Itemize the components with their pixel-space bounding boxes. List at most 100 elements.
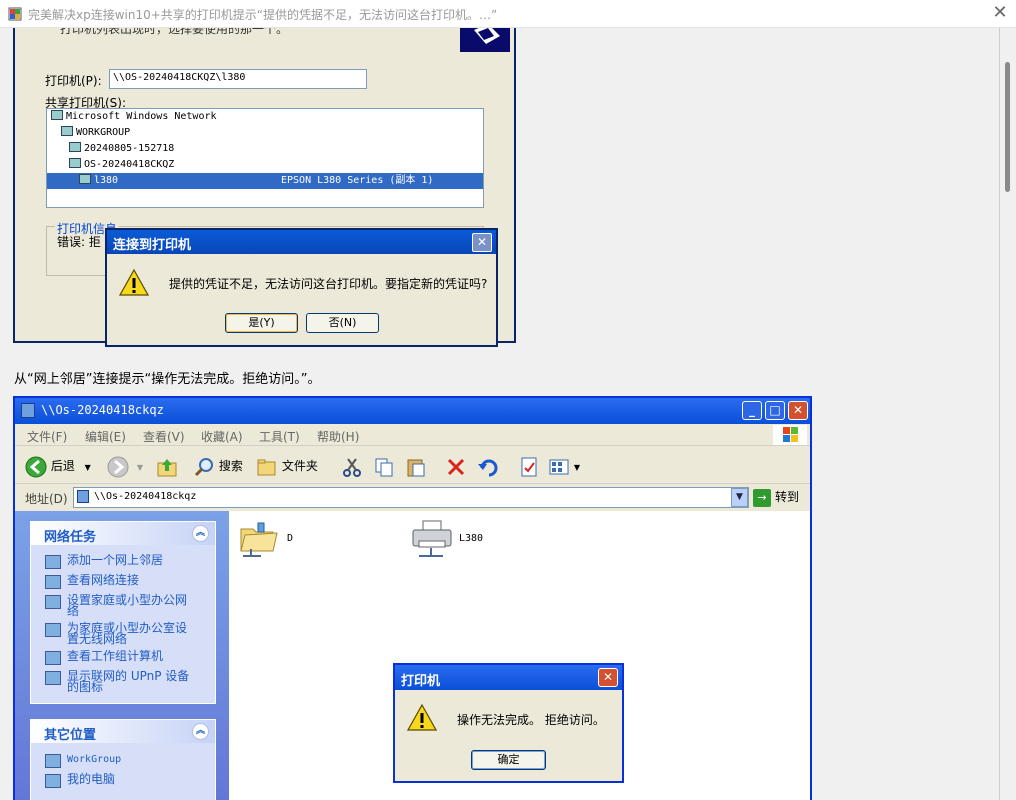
tree-row[interactable]: 20240805-152718 xyxy=(69,141,469,157)
folders-button[interactable]: 文件夹 xyxy=(256,454,318,478)
copy-icon xyxy=(375,458,393,476)
explorer-title: \\Os-20240418ckqz xyxy=(41,403,164,417)
properties-button[interactable] xyxy=(518,454,540,478)
dialog-titlebar: 连接到打印机 ✕ xyxy=(107,230,496,254)
network-tasks-title: 网络任务 xyxy=(44,530,97,545)
window-title: 完美解决xp连接win10+共享的打印机提示“提供的凭据不足，无法访问这台打印机… xyxy=(28,8,498,22)
search-button[interactable]: 搜索 xyxy=(193,454,243,478)
dialog-titlebar: 打印机 ✕ xyxy=(395,665,622,690)
shared-folder-icon xyxy=(240,522,278,557)
address-dropdown-button[interactable]: ▼ xyxy=(731,488,748,507)
delete-icon xyxy=(447,458,465,475)
network-tasks-header[interactable]: 网络任务 ︽ xyxy=(31,522,215,545)
window-titlebar: 完美解决xp连接win10+共享的打印机提示“提供的凭据不足，无法访问这台打印机… xyxy=(0,0,1016,28)
collapse-chevron-icon[interactable]: ︽ xyxy=(192,525,209,542)
views-icon xyxy=(549,459,569,474)
back-arrow-icon xyxy=(25,456,47,477)
task-pane: 网络任务 ︽ 添加一个网上邻居 查看网络连接 设置家庭或小型办公网络 为家庭或小… xyxy=(15,511,229,800)
menu-edit[interactable]: 编辑(E) xyxy=(85,428,126,445)
dialog-title: 打印机 xyxy=(401,674,441,689)
workgroup-icon xyxy=(45,754,61,768)
tree-row[interactable]: Microsoft Windows Network xyxy=(51,109,471,125)
tree-row[interactable]: WORKGROUP xyxy=(61,125,471,141)
menu-bar: 文件(F) 编辑(E) 查看(V) 收藏(A) 工具(T) 帮助(H) xyxy=(15,424,810,446)
menu-favorites[interactable]: 收藏(A) xyxy=(201,428,243,445)
wizard-instruction: 打印机列表出现时，选择要使用的那一个。 xyxy=(60,28,289,36)
network-icon xyxy=(51,110,63,120)
shared-printer-tree[interactable]: Microsoft Windows Network WORKGROUP 2024… xyxy=(46,108,484,208)
workgroup-icon xyxy=(61,126,73,136)
content-area: 打印机列表出现时，选择要使用的那一个。 打印机(P): \\OS-2024041… xyxy=(0,28,1000,800)
printer-label: 打印机(P): xyxy=(45,74,102,88)
copy-button[interactable] xyxy=(373,454,395,478)
menu-help[interactable]: 帮助(H) xyxy=(317,428,359,445)
home-network-icon xyxy=(45,595,61,609)
back-button[interactable]: 后退 ▼ xyxy=(25,454,91,478)
tree-row-label: OS-20240418CKQZ xyxy=(84,159,175,170)
search-label: 搜索 xyxy=(218,459,243,473)
wireless-icon xyxy=(45,623,61,637)
tree-row-selected[interactable]: l380 EPSON L380 Series (副本 1) xyxy=(47,173,483,189)
maximize-button[interactable]: □ xyxy=(765,401,785,420)
forward-arrow-icon xyxy=(107,456,129,477)
printer-icon xyxy=(412,520,452,557)
tree-row-label: 20240805-152718 xyxy=(84,143,175,154)
window-close-button[interactable]: ✕ xyxy=(988,3,1012,25)
item-label: D xyxy=(287,533,294,544)
menu-view[interactable]: 查看(V) xyxy=(143,428,185,445)
folders-label: 文件夹 xyxy=(281,459,318,473)
ok-button[interactable]: 确定 xyxy=(471,750,546,770)
printer-access-denied-dialog: 打印机 ✕ 操作无法完成。 拒绝访问。 确定 xyxy=(393,663,624,783)
tree-row[interactable]: OS-20240418CKQZ xyxy=(69,157,469,173)
back-dropdown-icon[interactable]: ▼ xyxy=(85,463,91,472)
other-places-panel: 其它位置 ︽ WorkGroup 我的电脑 xyxy=(30,719,216,800)
undo-icon xyxy=(478,459,498,476)
back-label: 后退 xyxy=(50,459,75,473)
address-value: \\Os-20240418ckqz xyxy=(94,491,197,502)
network-connections-icon xyxy=(45,575,61,589)
explorer-titlebar: \\Os-20240418ckqz _ □ ✕ xyxy=(15,398,810,424)
yes-button[interactable]: 是(Y) xyxy=(225,313,298,333)
up-button[interactable] xyxy=(156,454,178,478)
computer-icon xyxy=(69,158,81,168)
address-input[interactable]: \\Os-20240418ckqz xyxy=(73,487,749,508)
app-icon xyxy=(8,7,22,21)
paste-button[interactable] xyxy=(405,454,427,478)
printer-icon xyxy=(79,174,91,184)
printer-info-error: 错误: 拒 xyxy=(57,235,101,249)
views-dropdown-icon[interactable]: ▼ xyxy=(574,463,580,472)
dialog-message: 操作无法完成。 拒绝访问。 xyxy=(457,713,605,727)
menu-tools[interactable]: 工具(T) xyxy=(259,428,300,445)
article-caption: 从“网上邻居”连接提示“操作无法完成。拒绝访问。”。 xyxy=(14,372,321,387)
go-label: 转到 xyxy=(775,490,800,504)
collapse-chevron-icon[interactable]: ︽ xyxy=(192,723,209,740)
go-button[interactable]: → 转到 xyxy=(753,488,799,507)
computer-icon xyxy=(77,490,89,503)
properties-icon xyxy=(521,457,537,476)
delete-button[interactable] xyxy=(445,454,467,478)
undo-button[interactable] xyxy=(477,454,499,478)
menu-file[interactable]: 文件(F) xyxy=(27,428,67,445)
minimize-button[interactable]: _ xyxy=(742,401,762,420)
dialog-title: 连接到打印机 xyxy=(113,238,192,253)
forward-dropdown-icon[interactable]: ▼ xyxy=(137,463,143,472)
folders-icon xyxy=(257,459,276,475)
dialog-close-button[interactable]: ✕ xyxy=(472,233,492,252)
dialog-close-button[interactable]: ✕ xyxy=(598,668,618,687)
scrollbar-thumb[interactable] xyxy=(1005,62,1010,192)
warning-icon xyxy=(407,703,437,731)
toolbar: 后退 ▼ ▼ 搜索 文件夹 ▼ xyxy=(15,446,810,484)
other-places-header[interactable]: 其它位置 ︽ xyxy=(31,720,215,743)
views-button[interactable]: ▼ xyxy=(548,454,580,478)
no-button[interactable]: 否(N) xyxy=(306,313,379,333)
tree-row-label: Microsoft Windows Network xyxy=(66,111,217,122)
connect-printer-dialog: 连接到打印机 ✕ 提供的凭证不足，无法访问这台打印机。要指定新的凭证吗? 是(Y… xyxy=(105,228,498,347)
tree-row-detail: EPSON L380 Series (副本 1) xyxy=(281,175,434,186)
network-tasks-panel: 网络任务 ︽ 添加一个网上邻居 查看网络连接 设置家庭或小型办公网络 为家庭或小… xyxy=(30,521,216,704)
explorer-close-button[interactable]: ✕ xyxy=(788,401,808,420)
my-computer-icon xyxy=(45,774,61,788)
forward-button[interactable]: ▼ xyxy=(107,454,143,478)
search-icon xyxy=(194,457,213,476)
printer-path-input[interactable]: \\OS-20240418CKQZ\l380 xyxy=(109,69,367,89)
cut-button[interactable] xyxy=(341,454,363,478)
